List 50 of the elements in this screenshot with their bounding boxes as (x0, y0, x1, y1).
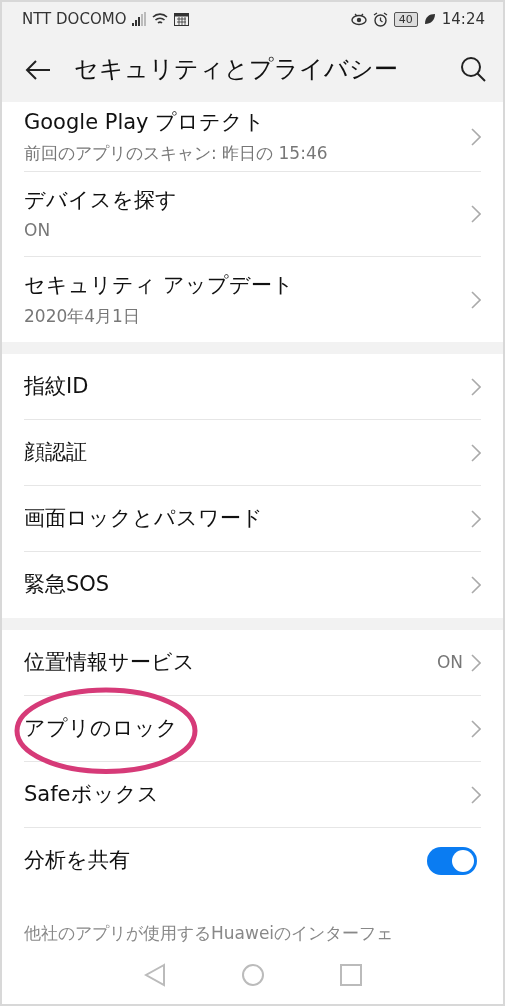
signal-icon (132, 12, 147, 26)
leaf-icon (423, 13, 436, 25)
menu-item[interactable]: 顔認証 (24, 420, 481, 486)
item-title: アプリのロック (24, 714, 178, 742)
chevron-right-icon (471, 653, 481, 672)
item-title: 指紋ID (24, 372, 89, 400)
item-title: 緊急SOS (24, 571, 110, 599)
description-text: 他社のアプリが使用するHuaweiのインターフェ (23, 921, 395, 945)
menu-item[interactable]: 緊急SOS (24, 552, 481, 618)
clock-time: 14:24 (441, 8, 485, 30)
search-button[interactable] (459, 55, 487, 83)
item-title: デバイスを探す (24, 186, 177, 214)
item-title: セキュリティ アップデート (24, 272, 294, 299)
menu-item[interactable]: デバイスを探す ON (24, 172, 481, 257)
item-subtitle: 前回のアプリのスキャン: 昨日の 15:46 (24, 141, 329, 165)
menu-item[interactable]: 位置情報サービス ON (24, 630, 481, 696)
chevron-right-icon (471, 719, 481, 738)
toggle-switch[interactable] (427, 847, 477, 875)
wifi-icon (152, 12, 169, 26)
chevron-right-icon (471, 377, 481, 396)
page-title: セキュリティとプライバシー (74, 54, 399, 85)
menu-item[interactable]: Google Play プロテクト 前回のアプリのスキャン: 昨日の 15:46 (24, 102, 481, 172)
item-title: 分析を共有 (24, 847, 130, 875)
menu-item[interactable]: Safeボックス (24, 762, 481, 828)
battery-indicator: 40 (393, 11, 418, 27)
carrier-name: NTT DOCOMO (22, 8, 127, 30)
setting-row[interactable]: 分析を共有 (24, 828, 481, 894)
menu-item[interactable]: セキュリティ アップデート 2020年4月1日 (24, 257, 481, 342)
item-title: Safeボックス (24, 780, 159, 808)
menu-item[interactable]: アプリのロック (24, 696, 481, 762)
chevron-right-icon (471, 509, 481, 528)
alarm-icon (372, 11, 388, 27)
chevron-right-icon (471, 205, 481, 223)
item-value: ON (436, 650, 463, 674)
item-subtitle: ON (24, 219, 52, 242)
chevron-right-icon (471, 290, 481, 309)
item-title: 顔認証 (24, 438, 87, 466)
calendar-icon (174, 12, 190, 26)
chevron-right-icon (471, 576, 481, 594)
back-button[interactable] (24, 57, 52, 81)
chevron-right-icon (471, 443, 481, 462)
item-title: 位置情報サービス (24, 648, 195, 676)
menu-item[interactable]: 指紋ID (24, 354, 481, 420)
item-title: Google Play プロテクト (24, 109, 266, 136)
menu-item[interactable]: 画面ロックとパスワード (24, 486, 481, 552)
item-subtitle: 2020年4月1日 (24, 304, 141, 328)
chevron-right-icon (471, 127, 481, 146)
chevron-right-icon (471, 785, 481, 804)
item-title: 画面ロックとパスワード (24, 504, 263, 532)
eye-icon (350, 12, 367, 26)
